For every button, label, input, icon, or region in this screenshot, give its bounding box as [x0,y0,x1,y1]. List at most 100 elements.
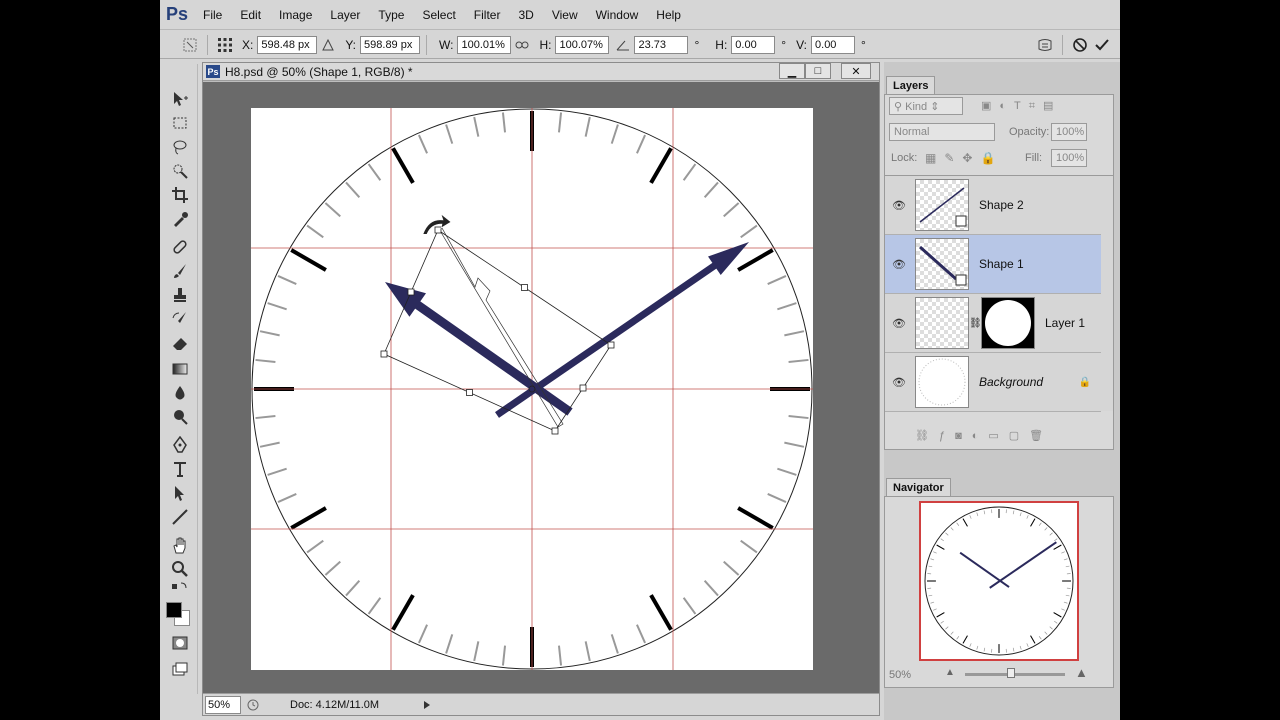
menu-help[interactable]: Help [647,0,690,30]
transform-handle[interactable] [466,389,473,396]
quick-selection-tool-icon[interactable] [168,160,192,182]
width-field[interactable]: 100.01% [457,35,512,54]
line-tool-icon[interactable] [168,506,192,528]
timeline-icon[interactable] [245,697,261,713]
status-menu-arrow-icon[interactable] [419,697,435,713]
screen-mode-icon[interactable] [168,658,192,680]
swap-colors-icon[interactable] [168,580,192,598]
link-icon[interactable] [514,37,530,53]
layer-mask-thumbnail[interactable] [981,297,1035,349]
maximize-icon[interactable]: □ [805,63,831,79]
visibility-eye-icon[interactable]: 👁 [885,258,913,271]
commit-transform-icon[interactable] [1094,37,1110,53]
navigator-preview[interactable] [919,501,1079,661]
gradient-tool-icon[interactable] [168,358,192,380]
close-icon[interactable]: ✕ [841,63,871,79]
transform-handle[interactable] [434,226,442,234]
options-bar: X: 598.48 px Y: 598.89 px W: 100.01% H: … [160,31,1120,59]
zoom-tool-icon[interactable] [168,558,192,580]
menu-3d[interactable]: 3D [509,0,542,30]
dodge-tool-icon[interactable] [168,406,192,428]
horizontal-skew-field[interactable]: 0.00 [731,35,776,54]
warp-icon[interactable] [1037,37,1053,53]
layer-row-shape-2[interactable]: 👁 Shape 2 [885,176,1101,235]
zoom-slider-handle[interactable] [1007,668,1015,678]
transform-handle[interactable] [407,288,415,296]
transform-handle[interactable] [521,284,528,291]
transform-handle[interactable] [380,350,388,358]
vskew-label: V: [796,37,808,52]
layer-name[interactable]: Background [979,375,1043,389]
menu-image[interactable]: Image [270,0,321,30]
navigator-zoom-field[interactable]: 50% [889,669,911,681]
layer-name[interactable]: Shape 1 [979,257,1024,271]
visibility-eye-icon[interactable]: 👁 [885,317,913,330]
canvas[interactable] [203,82,879,694]
menu-edit[interactable]: Edit [231,0,270,30]
layer-row-layer-1[interactable]: 👁 ⛓ Layer 1 [885,294,1101,353]
move-tool-icon[interactable] [168,88,192,110]
layers-footer-icons[interactable]: ⛓ƒ◙◐▭▢🗑 [915,429,1053,442]
transform-handle[interactable] [607,341,615,349]
degree-label: ° [861,37,866,52]
opacity-field[interactable]: 100% [1051,123,1087,141]
menu-window[interactable]: Window [587,0,648,30]
zoom-out-icon[interactable]: ▲ [945,667,955,678]
y-position-field[interactable]: 598.89 px [360,35,421,54]
visibility-eye-icon[interactable]: 👁 [885,199,913,212]
menu-layer[interactable]: Layer [321,0,369,30]
crop-tool-icon[interactable] [168,184,192,206]
filter-kind-dropdown[interactable]: ⚲ Kind ⇕ [889,97,963,115]
layer-filter-icons[interactable]: ▣◐T⌗▤ [981,99,1061,113]
marquee-tool-icon[interactable] [168,112,192,134]
transform-tool-icon[interactable] [182,37,198,53]
reference-point-icon[interactable] [217,37,233,53]
layer-row-shape-1[interactable]: 👁 Shape 1 [885,235,1101,294]
h-label: H: [539,37,552,52]
hand-tool-icon[interactable] [168,534,192,556]
history-brush-tool-icon[interactable] [168,308,192,330]
blur-tool-icon[interactable] [168,382,192,404]
layer-name[interactable]: Layer 1 [1045,316,1085,330]
eyedropper-tool-icon[interactable] [168,208,192,230]
rotation-angle-field[interactable]: 23.73 [634,35,689,54]
zoom-level-field[interactable]: 50% [205,695,241,714]
foreground-color-swatch[interactable] [166,602,182,618]
transform-handle[interactable] [579,384,587,392]
zoom-slider-track[interactable] [965,673,1065,676]
clone-stamp-tool-icon[interactable] [168,284,192,306]
menu-file[interactable]: File [194,0,231,30]
zoom-in-icon[interactable]: ▲ [1075,665,1088,680]
transform-handle[interactable] [551,427,559,435]
minimize-icon[interactable]: ▁ [779,63,805,79]
brush-tool-icon[interactable] [168,260,192,282]
document-tab[interactable]: Ps H8.psd @ 50% (Shape 1, RGB/8) * ▁ □ ✕ [203,63,879,81]
layer-row-background[interactable]: 👁 Background 🔒 [885,353,1101,412]
tab-layers[interactable]: Layers [886,76,936,94]
lock-icons[interactable]: ▦✎✥🔒 [925,151,1003,165]
fill-field[interactable]: 100% [1051,149,1087,167]
menu-view[interactable]: View [543,0,587,30]
mask-link-icon[interactable]: ⛓ [969,318,982,329]
menu-select[interactable]: Select [413,0,464,30]
layer-name[interactable]: Shape 2 [979,198,1024,212]
x-position-field[interactable]: 598.48 px [257,35,318,54]
layer-thumbnail [915,238,969,290]
visibility-eye-icon[interactable]: 👁 [885,376,913,389]
lasso-tool-icon[interactable] [168,136,192,158]
healing-brush-tool-icon[interactable] [168,236,192,258]
pen-tool-icon[interactable] [168,434,192,456]
cancel-transform-icon[interactable] [1072,37,1088,53]
blend-mode-dropdown[interactable]: Normal [889,123,995,141]
menu-filter[interactable]: Filter [465,0,510,30]
tab-navigator[interactable]: Navigator [886,478,951,496]
quick-mask-icon[interactable] [168,632,192,654]
type-tool-icon[interactable] [168,458,192,480]
triangle-icon[interactable] [320,37,336,53]
vertical-skew-field[interactable]: 0.00 [811,35,856,54]
eraser-tool-icon[interactable] [168,332,192,354]
height-field[interactable]: 100.07% [555,35,610,54]
path-selection-tool-icon[interactable] [168,482,192,504]
canvas-area[interactable] [203,82,879,694]
menu-type[interactable]: Type [369,0,413,30]
